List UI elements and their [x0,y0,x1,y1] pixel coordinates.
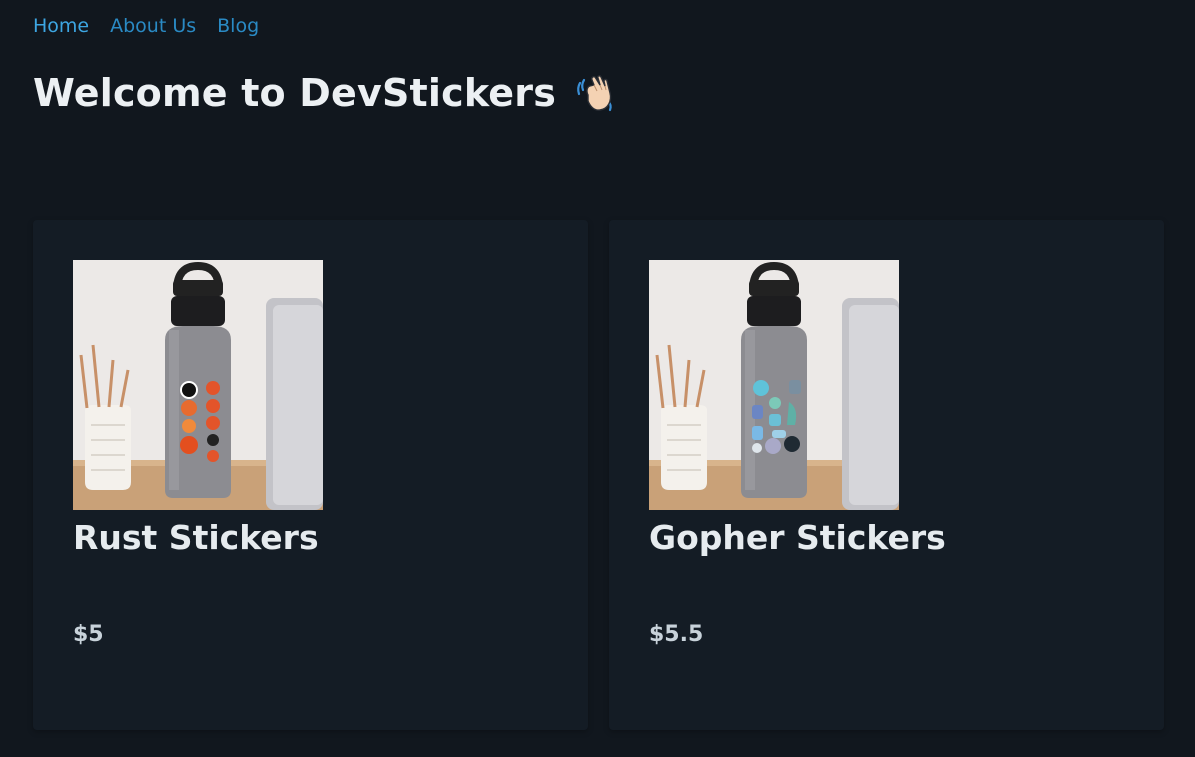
page-title: Welcome to DevStickers [33,68,618,118]
waving-hand-icon [577,75,612,112]
product-price: $5.5 [649,622,704,647]
product-price: $5 [73,622,104,647]
top-nav: Home About Us Blog [33,14,259,38]
nav-link-home[interactable]: Home [33,14,89,38]
product-image-rust-stickers[interactable] [73,260,323,510]
nav-link-blog[interactable]: Blog [217,14,259,38]
nav-link-about-us[interactable]: About Us [110,14,196,38]
product-list: Rust Stickers $5 Gopher Stickers $5.5 [33,220,1164,730]
product-name: Rust Stickers [73,518,319,557]
product-image-gopher-stickers[interactable] [649,260,899,510]
product-name: Gopher Stickers [649,518,946,557]
product-card-rust[interactable]: Rust Stickers $5 [33,220,588,730]
product-card-gopher[interactable]: Gopher Stickers $5.5 [609,220,1164,730]
page-title-text: Welcome to DevStickers [33,71,557,115]
page: Home About Us Blog Welcome to DevSticker… [0,0,1195,757]
